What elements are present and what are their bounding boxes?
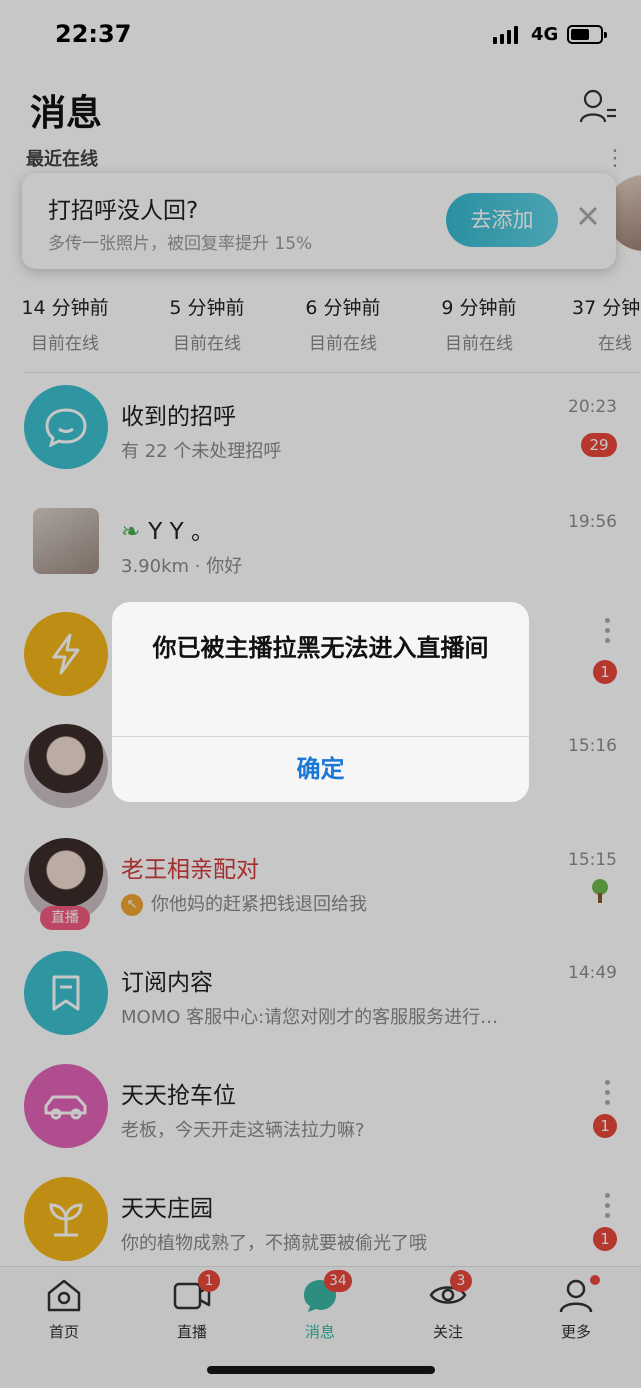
- alert-dialog: 你已被主播拉黑无法进入直播间 确定: [112, 602, 529, 802]
- home-indicator[interactable]: [207, 1366, 435, 1374]
- confirm-button[interactable]: 确定: [112, 737, 529, 802]
- alert-message: 你已被主播拉黑无法进入直播间: [152, 634, 489, 662]
- messages-screen: 22:37 4G 消息 最近在线 ⋮ 14 分钟前 目前在线 5 分钟前 目前在…: [0, 0, 641, 1388]
